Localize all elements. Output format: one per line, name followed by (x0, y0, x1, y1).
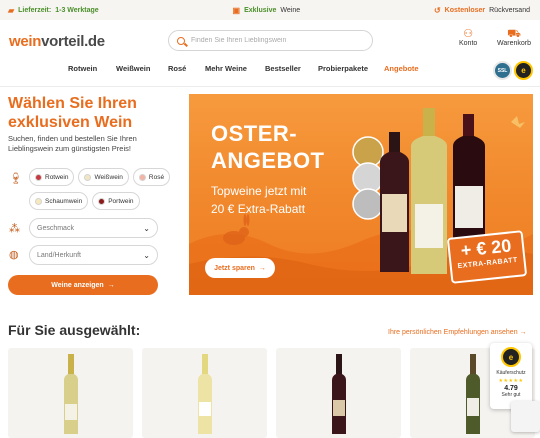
taste-select-value: Geschmack (37, 224, 74, 232)
wine-glass-icon: 🍷︎ (9, 173, 23, 185)
wine-type-rotwein[interactable]: Rotwein (29, 168, 75, 186)
chevron-down-icon: ⌄ (143, 223, 150, 233)
gift-icon: ▣ (232, 5, 241, 15)
banner-title-line2: ANGEBOT (211, 148, 325, 173)
white-dot-icon (84, 173, 92, 181)
main-nav: Rotwein ⌄ Weißwein ⌄ Rosé Mehr Weine ⌄ B… (68, 64, 419, 73)
finder-title: Wählen Sie Ihren exklusiven Wein (8, 95, 137, 131)
wine-bottle-image (331, 354, 346, 434)
wine-type-portwein[interactable]: Portwein (92, 192, 140, 210)
chevron-down-icon: ⌄ (265, 65, 271, 71)
exclusive-rest: Weine (280, 6, 301, 14)
sparkling-dot-icon (35, 197, 42, 205)
chevron-down-icon: ⌄ (116, 65, 122, 71)
search-input[interactable] (191, 37, 361, 44)
exclusive-strong: Exklusive (244, 6, 277, 14)
easter-promo-banner[interactable]: OSTER- ANGEBOT Topweine jetzt mit 20 € E… (189, 94, 533, 295)
chevron-down-icon: ⌄ (143, 250, 150, 260)
search-bar[interactable] (168, 30, 373, 51)
wine-bottle-white (411, 108, 447, 274)
trust-badges: SSL e (493, 61, 533, 80)
returns-rest: Rückversand (489, 6, 530, 14)
user-icon: ⚇ (463, 28, 474, 40)
logo-part-tld: .de (84, 33, 105, 50)
arrow-right-icon: → (519, 329, 527, 336)
origin-select[interactable]: Land/Herkunft ⌄ (29, 245, 158, 265)
port-dot-icon (98, 197, 106, 205)
banner-title: OSTER- ANGEBOT (211, 120, 325, 174)
truck-icon: ▰ (8, 5, 15, 15)
banner-subtitle: Topweine jetzt mit 20 € Extra-Rabatt (211, 182, 306, 218)
delivery-prefix: Lieferzeit: (18, 6, 52, 14)
recaptcha-badge-icon[interactable] (511, 401, 540, 432)
account-button[interactable]: ⚇ Konto (459, 28, 477, 47)
exclusive-info: ▣ Exklusive Weine (233, 6, 301, 15)
save-now-button[interactable]: Jetzt sparen → (205, 258, 275, 278)
site-header: weinvorteil.de ⚇ Konto ⛟ Warenkorb (0, 24, 540, 60)
grapes-icon: ⁂ (9, 223, 20, 235)
banner-subtitle-line2: 20 € Extra-Rabatt (211, 202, 306, 216)
product-card[interactable] (8, 348, 133, 438)
logo-part-wein: wein (9, 33, 42, 50)
delivery-info: ▰ Lieferzeit: 1-3 Werktage (8, 6, 99, 15)
wine-type-weisswein[interactable]: Weißwein (78, 168, 129, 186)
rating-text: Sehr gut (501, 392, 521, 398)
returns-info: ↺ Kostenloser Rückversand (434, 6, 530, 15)
save-now-label: Jetzt sparen (214, 264, 255, 272)
cart-icon: ⛟ (507, 28, 521, 40)
taste-select[interactable]: Geschmack ⌄ (29, 218, 158, 238)
logo-part-vorteil: vorteil (41, 33, 85, 50)
wine-bottle-red-left (380, 132, 409, 272)
top-info-bar: ▰ Lieferzeit: 1-3 Werktage ▣ Exklusive W… (0, 0, 540, 20)
banner-subtitle-line1: Topweine jetzt mit (211, 184, 307, 198)
product-card[interactable] (142, 348, 267, 438)
rebate-badge: + € 20 EXTRA-RABATT (446, 230, 528, 284)
return-arrow-icon: ↺ (433, 5, 441, 15)
trusted-shops-icon[interactable]: e (514, 61, 533, 80)
delivery-value: 1-3 Werktage (55, 6, 99, 14)
cart-button[interactable]: ⛟ Warenkorb (497, 28, 531, 47)
medals (352, 136, 384, 220)
header-divider (0, 86, 540, 87)
wine-type-row-2: Schaumwein Portwein (29, 192, 140, 210)
wine-bottle-image (465, 354, 480, 434)
show-wines-button[interactable]: Weine anzeigen → (8, 275, 158, 295)
rating-score: 4.79 (504, 385, 518, 392)
rose-dot-icon (138, 173, 146, 181)
wine-bottle-image (63, 354, 78, 434)
ssl-badge-icon: SSL (493, 61, 512, 80)
chevron-down-icon: ⌄ (68, 65, 74, 71)
arrow-right-icon: → (258, 264, 266, 272)
account-label: Konto (459, 40, 478, 47)
product-card[interactable] (276, 348, 401, 438)
recommendations-title: Für Sie ausgewählt: (8, 322, 141, 338)
butterfly-icon (511, 116, 525, 128)
wine-type-rose[interactable]: Rosé (132, 168, 171, 186)
globe-icon: ◍ (9, 249, 19, 261)
wine-type-row-1: Rotwein Weißwein Rosé (29, 168, 171, 186)
finder-subtitle: Suchen, finden und bestellen Sie Ihren L… (8, 134, 137, 153)
origin-select-value: Land/Herkunft (37, 251, 81, 259)
trusted-shops-icon: e (501, 347, 521, 367)
red-dot-icon (35, 173, 42, 181)
chevron-down-icon: ⌄ (205, 65, 211, 71)
recommendations-link[interactable]: Ihre persönlichen Empfehlungen ansehen → (388, 329, 527, 336)
search-icon[interactable] (177, 36, 185, 45)
banner-title-line1: OSTER- (211, 121, 298, 146)
returns-strong: Kostenloser (444, 6, 486, 14)
buyer-protection-label: Käuferschutz (496, 370, 526, 376)
wine-bottle-image (197, 354, 212, 434)
buyer-protection-widget[interactable]: e Käuferschutz ★★★★★ 4.79 Sehr gut (490, 343, 532, 409)
show-wines-label: Weine anzeigen (51, 281, 104, 289)
cart-label: Warenkorb (497, 40, 531, 47)
star-rating-icon: ★★★★★ (498, 378, 524, 384)
arrow-right-icon: → (107, 281, 115, 289)
wine-type-schaumwein[interactable]: Schaumwein (29, 192, 89, 210)
site-logo[interactable]: weinvorteil.de (9, 33, 105, 50)
recommendations-link-label: Ihre persönlichen Empfehlungen ansehen (388, 329, 518, 336)
